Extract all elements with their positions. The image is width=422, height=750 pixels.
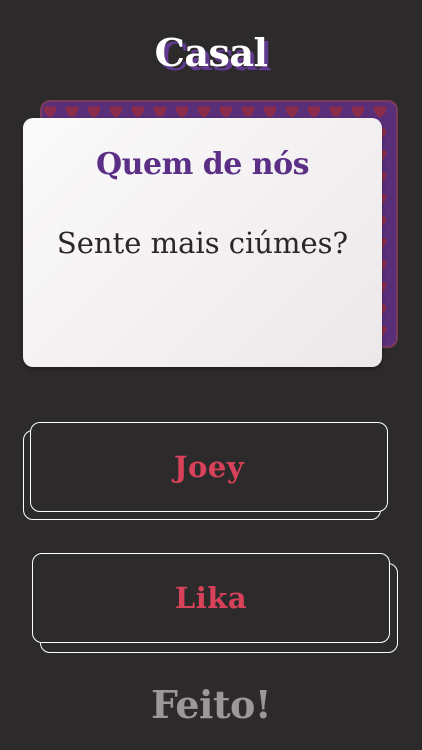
heart-icon <box>153 106 167 118</box>
answer-button-joey[interactable]: Joey <box>30 422 388 512</box>
heart-icon <box>395 217 396 221</box>
heart-icon <box>43 106 57 118</box>
heart-icon <box>241 106 255 118</box>
heart-icon <box>395 327 396 331</box>
heart-icon <box>87 106 101 118</box>
heart-icon <box>395 305 396 309</box>
heart-icon <box>395 239 396 243</box>
heart-icon <box>351 106 365 118</box>
screen: Casal Quem de nós Sente mais ciúmes? Joe… <box>0 0 422 750</box>
heart-icon <box>395 283 396 287</box>
heart-icon <box>307 106 321 118</box>
heart-icon <box>109 106 123 118</box>
heart-icon <box>263 106 277 118</box>
heart-icon <box>373 106 387 118</box>
heart-icon <box>329 106 343 118</box>
heart-icon <box>395 173 396 177</box>
heart-icon <box>197 106 211 118</box>
heart-icon <box>395 107 396 111</box>
heart-icon <box>65 106 79 118</box>
question-card: Quem de nós Sente mais ciúmes? <box>23 118 382 367</box>
heart-icon <box>175 106 189 118</box>
heart-icon <box>395 261 396 265</box>
heart-icon <box>131 106 145 118</box>
heart-icon <box>219 106 233 118</box>
heart-icon <box>395 129 396 133</box>
answer-label: Joey <box>173 450 245 484</box>
answer-label: Lika <box>174 581 248 615</box>
done-button[interactable]: Feito! <box>0 682 422 728</box>
app-title: Casal <box>154 30 268 75</box>
heart-icon <box>395 195 396 199</box>
card-question: Sente mais ciúmes? <box>56 226 349 260</box>
answer-button-lika[interactable]: Lika <box>32 553 390 643</box>
card-heading: Quem de nós <box>96 147 309 182</box>
heart-icon <box>285 106 299 118</box>
heart-icon <box>395 151 396 155</box>
